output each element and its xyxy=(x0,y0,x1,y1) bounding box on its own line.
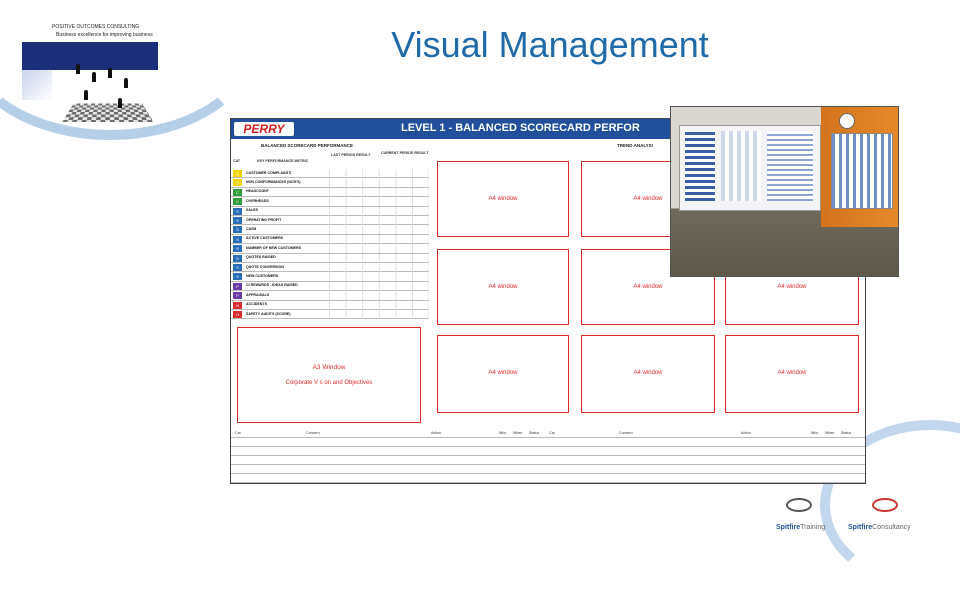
clock-icon xyxy=(839,113,855,129)
kpi-category: S xyxy=(233,235,242,243)
kpi-row: P CI REWARDS - IDEAS RAISED xyxy=(231,281,429,292)
kpi-name: SAFETY AUDITS (SCORE) xyxy=(246,311,291,316)
kpi-name: OPERATING PROFIT xyxy=(246,217,282,222)
kpi-category: P xyxy=(233,292,242,300)
kpi-name: CUSTOMER COMPLAINTS xyxy=(246,170,292,175)
kpi-category: P xyxy=(233,282,242,290)
side-board xyxy=(831,133,893,209)
kpi-result-cells xyxy=(329,244,429,254)
kpi-name: ACCIDENTS xyxy=(246,302,267,307)
kpi-category: S xyxy=(233,264,242,271)
kpi-result-cells xyxy=(329,225,429,235)
kpi-name: APPRAISALS xyxy=(246,292,270,297)
kpi-category: S xyxy=(233,217,242,224)
kpi-row: S NUMBER OF NEW CUSTOMERS xyxy=(231,244,429,254)
kpi-table: Q CUSTOMER COMPLAINTS Q NON CONFORMANCES (N… xyxy=(231,169,429,321)
perry-logo: PERRY xyxy=(234,122,294,136)
board-heading: LEVEL 1 - BALANCED SCORECARD PERFOR xyxy=(401,122,640,134)
kpi-category: Q xyxy=(233,179,242,187)
kpi-name: NUMBER OF NEW CUSTOMERS xyxy=(246,245,302,250)
board-panel xyxy=(721,131,761,201)
kpi-name: OVERHEADS xyxy=(246,198,269,203)
kpi-name: SALES xyxy=(246,208,258,213)
col-cat: CAT xyxy=(233,159,241,163)
a4-window: A4 window xyxy=(437,249,569,325)
col-metric: KEY PERFORMANCE METRIC xyxy=(257,159,309,163)
kpi-category: H xyxy=(233,301,242,309)
kpi-row: S SALES xyxy=(231,206,429,216)
kpi-category: C xyxy=(233,188,242,196)
kpi-row: S NEW CUSTOMERS xyxy=(231,272,429,282)
board-panel xyxy=(685,131,715,201)
spitfire-emblem-icon xyxy=(786,498,812,512)
a3-window-caption: Corporate V s on and Objectives xyxy=(285,380,373,386)
kpi-result-cells xyxy=(329,300,429,310)
kpi-name: ACTIVE CUSTOMERS xyxy=(246,236,284,241)
kpi-result-cells xyxy=(329,187,429,197)
kpi-name: HEADCOUNT xyxy=(246,189,269,194)
kpi-category: S xyxy=(233,245,242,253)
kpi-name: QUOTE CONVERSION xyxy=(246,264,284,269)
kpi-name: QUOTES RAISED xyxy=(246,255,276,260)
kpi-result-cells xyxy=(329,216,429,225)
kpi-result-cells xyxy=(329,310,429,319)
kpi-category: Q xyxy=(233,170,242,177)
kpi-result-cells xyxy=(329,281,429,291)
kpi-name: CI REWARDS - IDEAS RAISED xyxy=(246,283,298,288)
kpi-row: C HEADCOUNT xyxy=(231,187,429,198)
a3-window-label: A3 Window xyxy=(312,364,346,371)
kpi-result-cells xyxy=(329,234,429,244)
kpi-row: S OPERATING PROFIT xyxy=(231,216,429,226)
kpi-name: NON CONFORMANCES (NCR'S) xyxy=(246,179,301,184)
a4-window: A4 window xyxy=(581,335,715,413)
office-wall-photo xyxy=(670,106,899,277)
kpi-result-cells xyxy=(329,197,429,207)
a4-window: A4 window xyxy=(437,161,569,237)
a4-window: A4 window xyxy=(725,335,859,413)
kpi-category: H xyxy=(233,311,242,318)
kpi-category: C xyxy=(233,198,242,206)
kpi-name: CASH xyxy=(246,226,257,231)
spitfire-emblem-icon xyxy=(872,498,898,512)
a3-window: A3 Window Corporate V s on and Objective… xyxy=(237,327,421,423)
kpi-row: S CASH xyxy=(231,225,429,235)
kpi-result-cells xyxy=(329,253,429,263)
kpi-row: C OVERHEADS xyxy=(231,197,429,207)
swoosh-decoration xyxy=(0,0,260,140)
kpi-result-cells xyxy=(329,178,429,188)
kpi-row: H ACCIDENTS xyxy=(231,300,429,310)
footer-brand1: Spitfire xyxy=(776,524,801,531)
a4-window: A4 window xyxy=(437,335,569,413)
kpi-row: P APPRAISALS xyxy=(231,291,429,301)
right-section-title: TREND ANALYSI xyxy=(617,143,653,148)
col-last-period: LAST PERIOD RESULT xyxy=(331,153,371,157)
kpi-row: S QUOTE CONVERSION xyxy=(231,263,429,273)
footer-brand2-suffix: Consultancy xyxy=(872,524,911,531)
kpi-category: S xyxy=(233,207,242,215)
kpi-name: NEW CUSTOMERS xyxy=(246,273,279,278)
col-current: CURRENT PERIOD RESULT xyxy=(381,151,429,155)
kpi-result-cells xyxy=(329,272,429,282)
kpi-result-cells xyxy=(329,169,429,178)
board-panel xyxy=(767,131,813,201)
action-log-header: Cat Concern Action Who When Status Cat C… xyxy=(235,431,852,435)
footer-brand1-suffix: Training xyxy=(800,524,826,531)
kpi-row: S ACTIVE CUSTOMERS xyxy=(231,234,429,245)
kpi-result-cells xyxy=(329,206,429,216)
kpi-row: S QUOTES RAISED xyxy=(231,253,429,263)
kpi-row: H SAFETY AUDITS (SCORE) xyxy=(231,310,429,320)
footer-brand2: Spitfire xyxy=(848,524,873,531)
kpi-category: S xyxy=(233,254,242,262)
kpi-row: Q NON CONFORMANCES (NCR'S) xyxy=(231,178,429,188)
left-section-title: BALANCED SCORECARD PERFORMANCE xyxy=(261,143,354,148)
slide-title: Visual Management xyxy=(391,24,709,65)
kpi-category: S xyxy=(233,273,242,281)
kpi-category: S xyxy=(233,226,242,234)
kpi-result-cells xyxy=(329,263,429,272)
kpi-row: Q CUSTOMER COMPLAINTS xyxy=(231,169,429,179)
kpi-result-cells xyxy=(329,291,429,301)
